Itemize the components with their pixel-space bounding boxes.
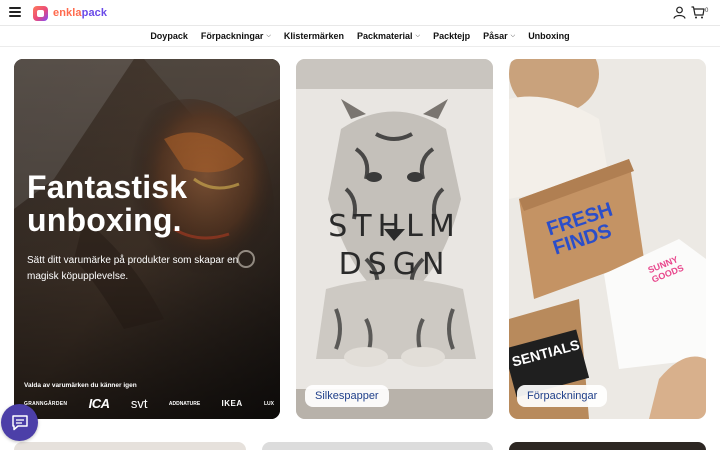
brand-logo-ikea: IKEA [221, 399, 243, 408]
menu-icon[interactable] [9, 7, 21, 17]
site-logo[interactable]: enklapack [33, 5, 107, 21]
nav-label: Påsar [483, 31, 508, 41]
nav-item-klistermarken[interactable]: Klistermärken [277, 31, 350, 41]
brand-logo-addnature: ADDNATURE [168, 400, 201, 407]
user-icon[interactable] [673, 6, 686, 19]
brands-label: Valda av varumärken du känner igen [24, 382, 137, 389]
next-row-card[interactable] [509, 442, 706, 450]
top-header: enklapack 0 [0, 0, 720, 25]
next-row-card[interactable] [262, 442, 493, 450]
nav-label: Klistermärken [283, 31, 344, 41]
brand-logos: GRANNGÅRDEN ICA svt ADDNATURE IKEA LUX [24, 396, 274, 411]
main-nav: Doypack Förpackningar ⌵ Klistermärken Pac… [0, 28, 720, 44]
chevron-down-icon: ⌵ [510, 32, 516, 39]
logo-text: enklapack [53, 7, 108, 19]
brand-logo-granngarden: GRANNGÅRDEN [24, 400, 68, 407]
nav-item-packmaterial[interactable]: Packmaterial ⌵ [350, 31, 426, 41]
chevron-down-icon: ⌵ [266, 32, 271, 39]
chat-bubble-icon [11, 415, 28, 431]
category-label-forpackningar[interactable]: Förpackningar [517, 385, 608, 407]
hero-title: Fantastisk unboxing. [27, 171, 187, 237]
chat-button[interactable] [1, 404, 38, 441]
brand-logo-ica: ICA [88, 396, 110, 411]
nav-item-pasar[interactable]: Påsar ⌵ [477, 31, 522, 41]
brand-logo-svt: svt [130, 396, 148, 411]
hero-subtitle: Sätt ditt varumärke på produkter som ska… [27, 255, 239, 282]
category-label-silkespapper[interactable]: Silkespapper [305, 385, 389, 407]
cart-icon[interactable] [691, 6, 705, 19]
nav-item-packtejp[interactable]: Packtejp [427, 31, 477, 41]
forpackningar-card[interactable]: FRESH FINDS SUNNY GOODS SENTIALS Förpack… [509, 59, 706, 419]
tiger-text-line: DSGN [338, 247, 451, 282]
nav-label: Unboxing [528, 31, 570, 41]
nav-label: Förpackningar [200, 31, 264, 41]
chevron-down-icon: ⌵ [415, 32, 421, 39]
hero-title-line: Fantastisk [27, 169, 188, 205]
logo-mark-icon [33, 5, 48, 21]
nav-label: Packmaterial [356, 31, 413, 41]
brand-logo-lux: LUX [263, 400, 274, 407]
next-row-card[interactable] [14, 442, 246, 450]
hero-card[interactable]: Fantastisk unboxing. Sätt ditt varumärke… [14, 59, 280, 419]
tiger-text-line: STHLM [328, 209, 461, 244]
cart-count-badge: 0 [705, 8, 709, 14]
hero-image [14, 59, 280, 419]
nav-item-forpackningar[interactable]: Förpackningar ⌵ [194, 31, 277, 41]
silkespapper-card[interactable]: STHLM DSGN Silkespapper [296, 59, 493, 419]
header-divider [0, 25, 720, 26]
nav-item-doypack[interactable]: Doypack [144, 31, 195, 41]
nav-item-unboxing[interactable]: Unboxing [522, 31, 577, 41]
nav-label: Packtejp [433, 31, 471, 41]
hero-title-line: unboxing. [27, 202, 182, 238]
nav-divider [0, 46, 720, 47]
nav-label: Doypack [150, 31, 188, 41]
